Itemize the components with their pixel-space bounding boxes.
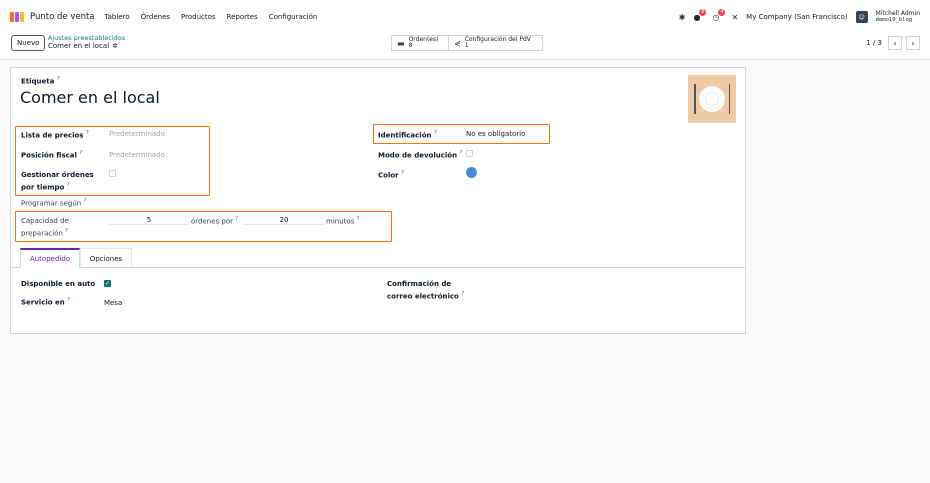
user-name: Mitchell Admin [875, 10, 920, 17]
help-icon[interactable]: ? [57, 76, 60, 82]
pos-app-icon[interactable] [10, 12, 24, 22]
gear-icon[interactable]: ✲ [112, 42, 118, 50]
help-icon[interactable]: ? [461, 291, 464, 297]
chevron-left-icon: ‹ [893, 38, 897, 48]
user-menu[interactable]: Mitchell Admin demo19_blog [876, 10, 920, 24]
name-field[interactable]: Comer en el local [20, 88, 160, 107]
app-name[interactable]: Punto de venta [30, 12, 95, 22]
pos-config-count: 1 [464, 42, 469, 49]
chat-icon[interactable]: ● 8 [693, 8, 707, 22]
help-icon[interactable]: ? [460, 150, 463, 156]
pos-config-smart-button[interactable]: ⋞ Configuración del PdV 1 [449, 35, 543, 51]
top-navbar: Punto de venta Tablero Órdenes Productos… [0, 0, 930, 34]
help-icon[interactable]: ? [401, 170, 404, 176]
share-icon: ⋞ [454, 38, 461, 48]
clock-icon[interactable]: ◷ 4 [712, 8, 726, 22]
schedule-label-text: Programar según [21, 199, 82, 208]
tab-autopedido[interactable]: Autopedido [20, 248, 80, 268]
smart-buttons: ▬ Orden(es) 8 ⋞ Configuración del PdV 1 [391, 35, 543, 51]
company-switcher[interactable]: My Company (San Francisco) [746, 13, 847, 21]
service-label: Servicio en ? [21, 297, 70, 306]
orders-count: 8 [408, 42, 413, 49]
cart-icon: ▬ [397, 38, 405, 48]
highlight-box-identification [373, 124, 550, 144]
auto-available-label: Disponible en auto [21, 280, 96, 288]
user-avatar[interactable]: ☺ [855, 11, 868, 23]
knife-icon [728, 84, 730, 114]
menu-ordenes[interactable]: Órdenes [141, 13, 170, 21]
menu-configuracion[interactable]: Configuración [269, 13, 318, 21]
auto-available-checkbox[interactable]: ✓ [104, 280, 111, 287]
breadcrumb-current-label: Comer en el local [48, 42, 110, 50]
breadcrumb-current: Comer en el local ✲ [48, 42, 125, 50]
activities-badge: 4 [718, 8, 726, 16]
highlight-box-pricing [15, 126, 210, 196]
plate-icon [699, 86, 725, 112]
color-label: Color ? [378, 170, 404, 179]
navbar-systray: ✱ ● 8 ◷ 4 ✕ My Company (San Francisco) ☺ M… [679, 0, 920, 34]
return-mode-checkbox[interactable] [466, 150, 473, 157]
return-mode-label: Modo de devolución ? [378, 150, 462, 159]
new-button[interactable]: Nuevo [11, 35, 46, 51]
chevron-right-icon: › [911, 38, 915, 48]
preset-image[interactable] [688, 75, 736, 123]
pos-config-label: Configuración del PdV [464, 36, 531, 43]
messages-badge: 8 [699, 8, 707, 16]
return-mode-label-text: Modo de devolución [378, 151, 458, 160]
help-icon[interactable]: ? [83, 198, 86, 204]
menu-productos[interactable]: Productos [181, 13, 216, 21]
menu-reportes[interactable]: Reportes [227, 13, 258, 21]
fork-icon [694, 84, 696, 114]
database-name: demo19_blog [875, 17, 913, 23]
name-label-text: Etiqueta [21, 77, 55, 86]
breadcrumb-parent[interactable]: Ajustes preestablecidos [48, 34, 125, 42]
menu-tablero[interactable]: Tablero [105, 13, 130, 21]
pager-next-button[interactable]: › [906, 36, 920, 50]
schedule-label: Programar según ? [21, 198, 86, 207]
email-confirmation-label-line1: Confirmación de [387, 280, 452, 288]
tab-opciones[interactable]: Opciones [80, 248, 132, 268]
service-field[interactable]: Mesa [104, 299, 122, 307]
pager-value[interactable]: 1 / 3 [866, 39, 882, 47]
notebook-tabs: Autopedido Opciones [10, 248, 746, 268]
help-icon[interactable]: ? [67, 297, 70, 303]
form-sheet [10, 67, 746, 334]
tools-icon[interactable]: ✕ [731, 13, 738, 22]
orders-label: Orden(es) [408, 36, 439, 43]
pager-previous-button[interactable]: ‹ [888, 36, 902, 50]
orders-smart-button[interactable]: ▬ Orden(es) 8 [391, 35, 449, 51]
email-confirmation-label-line2: correo electrónico [387, 292, 459, 301]
color-label-text: Color [378, 171, 399, 180]
highlight-box-capacity [15, 211, 392, 242]
bug-icon[interactable]: ✱ [679, 13, 686, 22]
color-picker[interactable] [466, 167, 477, 178]
name-label: Etiqueta ? [21, 76, 60, 85]
pager: 1 / 3 ‹ › [866, 36, 920, 50]
breadcrumb: Ajustes preestablecidos Comer en el loca… [48, 34, 125, 50]
service-label-text: Servicio en [21, 298, 65, 307]
email-confirmation-label: Confirmación de correo electrónico ? [387, 279, 464, 301]
